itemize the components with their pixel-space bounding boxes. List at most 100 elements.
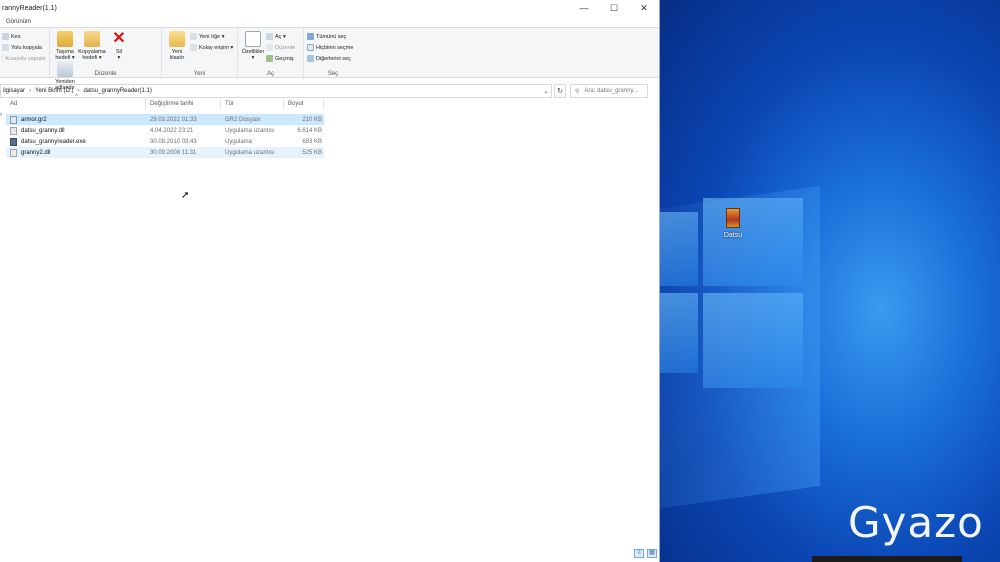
open-icon xyxy=(266,33,273,40)
desktop-icon-datsu[interactable]: Datsu xyxy=(718,208,748,239)
open-button[interactable]: Aç ▾ xyxy=(266,31,295,42)
gyazo-watermark: Gyazo xyxy=(848,498,984,547)
delete-x-icon: ✕ xyxy=(112,30,126,47)
breadcrumb-folder[interactable]: datsu_grannyReader(1.1) xyxy=(83,88,151,94)
select-all-icon xyxy=(307,33,314,40)
winrar-archive-icon xyxy=(726,208,740,228)
windows-logo-pane xyxy=(703,293,803,388)
open-group: Özellikler ▾ Aç ▾ Düzenle Geçmiş Aç xyxy=(238,28,304,79)
new-group-label: Yeni xyxy=(193,71,206,77)
file-type: GR2 Dosyası xyxy=(225,116,261,123)
search-icon: ⚲ xyxy=(575,88,580,95)
organize-group-label: Düzenle xyxy=(94,71,117,77)
copy-to-button[interactable]: Kopyalama hedefi ▾ xyxy=(78,31,106,61)
search-placeholder: Ara: datsu_granny... xyxy=(584,88,638,94)
file-size: 525 KB xyxy=(302,149,322,156)
select-group-label: Seç xyxy=(327,71,339,77)
move-to-button[interactable]: Taşıma hedefi ▾ xyxy=(53,31,77,61)
view-switcher: ≡ ▦ xyxy=(634,549,660,558)
file-name: armor.gr2 xyxy=(21,116,47,123)
file-type: Uygulama uzantısı xyxy=(225,127,275,134)
file-type: Uygulama uzantısı xyxy=(225,149,275,156)
file-list: ^ Ad Değiştirme tarihi Tür Boyut armor.g… xyxy=(6,94,324,158)
close-button[interactable]: ✕ xyxy=(629,0,659,16)
file-row[interactable]: granny2.dll 30.09.2008 11:31 Uygulama uz… xyxy=(6,147,324,158)
file-explorer-window: rannyReader(1.1) — ☐ ✕ Görünüm Kes Yolu … xyxy=(0,0,660,562)
minimize-button[interactable]: — xyxy=(569,0,599,16)
organize-group: Taşıma hedefi ▾ Kopyalama hedefi ▾ ✕ Sil… xyxy=(50,28,162,91)
dll-file-icon xyxy=(10,126,17,135)
new-item-button[interactable]: Yeni öğe ▾ xyxy=(190,31,233,42)
history-button[interactable]: Geçmiş xyxy=(266,53,295,64)
breadcrumb-separator-icon: › xyxy=(29,88,32,94)
new-folder-icon xyxy=(169,31,185,47)
column-size[interactable]: Boyut xyxy=(284,98,324,110)
column-type[interactable]: Tür xyxy=(221,98,284,110)
file-size: 6.614 KB xyxy=(297,127,322,134)
select-none-icon xyxy=(307,44,314,51)
select-none-button[interactable]: Hiçbirini seçme xyxy=(307,42,359,53)
select-all-button[interactable]: Tümünü seç xyxy=(307,31,359,42)
column-headers: ^ Ad Değiştirme tarihi Tür Boyut xyxy=(6,94,324,110)
copy-path-button[interactable]: Yolu kopyala xyxy=(2,42,46,53)
scissors-icon xyxy=(2,33,9,40)
window-title: rannyReader(1.1) xyxy=(2,4,57,12)
desktop-background xyxy=(660,0,1000,562)
copy-path-icon xyxy=(2,44,9,51)
delete-button[interactable]: ✕ Sil ▾ xyxy=(107,30,131,62)
file-date: 4.04.2022 23:21 xyxy=(150,127,194,134)
easy-access-button[interactable]: Kolay erişim ▾ xyxy=(190,42,233,53)
chevron-down-icon[interactable]: ⌄ xyxy=(541,88,551,95)
file-name: datsu_grannyreader.exe xyxy=(21,138,86,145)
open-group-label: Aç xyxy=(266,71,274,77)
file-date: 29.03.2022 01:33 xyxy=(150,116,197,123)
properties-checklist-icon xyxy=(245,31,261,47)
windows-logo-pane xyxy=(660,293,698,373)
dll-file-icon xyxy=(10,148,17,157)
file-row[interactable]: datsu_grannyreader.exe 30.08.2010 03:43 … xyxy=(6,136,324,147)
select-group: Tümünü seç Hiçbirini seçme Diğerlerini s… xyxy=(304,28,362,79)
paste-shortcut-button[interactable]: Kısayolu yapıştır xyxy=(2,53,46,64)
large-icons-view-icon[interactable]: ▦ xyxy=(647,549,657,558)
title-bar: rannyReader(1.1) — ☐ ✕ xyxy=(0,0,659,16)
breadcrumb-this-pc[interactable]: ilgisayar xyxy=(3,88,25,94)
file-date: 30.09.2008 11:31 xyxy=(150,149,197,156)
file-name: datsu_granny.dll xyxy=(21,127,65,134)
easy-access-icon xyxy=(190,44,197,51)
file-row[interactable]: armor.gr2 29.03.2022 01:33 GR2 Dosyası 2… xyxy=(6,114,324,125)
column-date[interactable]: Değiştirme tarihi xyxy=(146,98,221,110)
tab-view[interactable]: Görünüm xyxy=(6,19,31,25)
file-size: 693 KB xyxy=(302,138,322,145)
mouse-pointer-icon: ➚ xyxy=(181,190,190,201)
file-type: Uygulama xyxy=(225,138,253,145)
gr2-file-icon xyxy=(10,115,17,124)
copy-folder-icon xyxy=(83,31,100,47)
nav-pane-edge: › xyxy=(0,112,2,118)
edit-button[interactable]: Düzenle xyxy=(266,42,295,53)
maximize-button[interactable]: ☐ xyxy=(599,0,629,16)
move-folder-icon xyxy=(57,31,73,47)
file-size: 210 KB xyxy=(302,116,322,123)
menu-bar: Görünüm xyxy=(0,16,659,27)
file-date: 30.08.2010 03:43 xyxy=(150,138,197,145)
invert-selection-button[interactable]: Diğerlerini seç xyxy=(307,53,359,64)
taskbar xyxy=(812,556,962,562)
new-group: Yeni klasör Yeni öğe ▾ Kolay erişim ▾ Ye… xyxy=(162,28,238,79)
refresh-button[interactable]: ↻ xyxy=(554,84,566,98)
search-input[interactable]: ⚲ Ara: datsu_granny... xyxy=(570,84,648,98)
refresh-icon: ↻ xyxy=(557,88,563,95)
details-view-icon[interactable]: ≡ xyxy=(634,549,644,558)
invert-selection-icon xyxy=(307,55,314,62)
address-bar[interactable]: ilgisayar › Yeni Birim (D:) › datsu_gran… xyxy=(0,84,552,98)
clipboard-group: Kes Yolu kopyala Kısayolu yapıştır xyxy=(0,28,50,79)
ribbon: Kes Yolu kopyala Kısayolu yapıştır Taşım… xyxy=(0,27,659,91)
cut-button[interactable]: Kes xyxy=(2,31,46,42)
exe-file-icon xyxy=(10,137,17,146)
paste-shortcut-icon xyxy=(2,55,4,62)
history-icon xyxy=(266,55,273,62)
file-name: granny2.dll xyxy=(21,149,51,156)
windows-logo-pane xyxy=(660,212,698,286)
file-row[interactable]: datsu_granny.dll 4.04.2022 23:21 Uygulam… xyxy=(6,125,324,136)
edit-icon xyxy=(266,44,273,51)
sort-up-icon: ^ xyxy=(75,94,78,100)
